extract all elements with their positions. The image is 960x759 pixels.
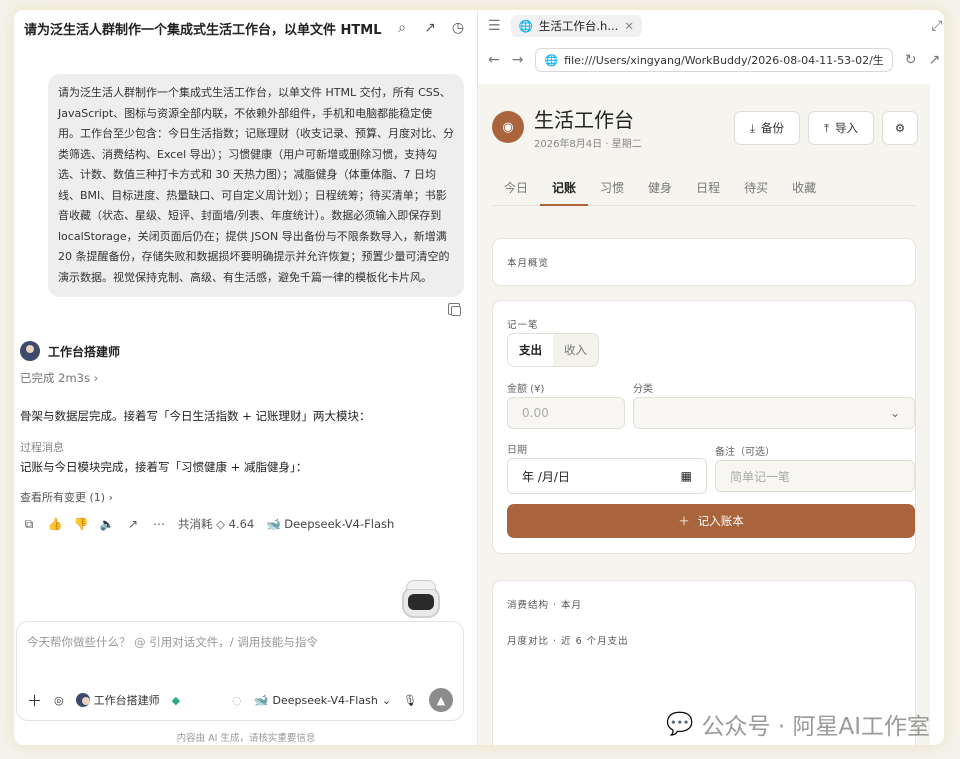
process-label: 过程消息 xyxy=(20,441,64,454)
expand-icon[interactable]: ⤢ xyxy=(931,18,942,34)
tab-fitness[interactable]: 健身 xyxy=(636,176,684,206)
browser-tab[interactable]: 🌐 生活工作台.h... ✕ xyxy=(510,15,642,37)
speaker-icon[interactable]: 🔈 xyxy=(100,517,115,531)
chat-panel: 请为泛生活人群制作一个集成式生活工作台，以单文件 HTML 交付 ⌕ ↗ ◷ 请… xyxy=(14,10,478,745)
globe-icon: 🌐 xyxy=(518,19,533,33)
browser-tabbar: ☰ 🌐 生活工作台.h... ✕ ⤢ ▢ xyxy=(478,10,944,42)
model-selector[interactable]: 🐋 Deepseek-V4-Flash ⌄ xyxy=(254,693,391,707)
forward-icon[interactable]: → xyxy=(512,52,524,68)
app-date: 2026年8月4日 · 星期二 xyxy=(534,139,642,150)
wechat-icon: 💬 xyxy=(666,711,694,737)
card-title: 本月概览 xyxy=(507,258,550,269)
expense-toggle[interactable]: 支出 xyxy=(508,334,553,366)
tab-shopping[interactable]: 待买 xyxy=(732,176,780,206)
share-icon[interactable]: ↗ xyxy=(126,517,140,531)
record-card: 记一笔 支出 收入 金额 (¥) 0.00 分类 ⌄ 日期 年 /月/日 ▦ 备… xyxy=(492,300,916,554)
skill-icon[interactable]: ◆ xyxy=(172,694,180,707)
user-prompt-bubble: 请为泛生活人群制作一个集成式生活工作台，以单文件 HTML 交付，所有 CSS、… xyxy=(48,74,464,297)
gear-icon: ⚙ xyxy=(894,121,906,135)
browser-panel: ☰ 🌐 生活工作台.h... ✕ ⤢ ▢ ← → 🌐 file:///Users… xyxy=(478,10,944,745)
copy-icon[interactable]: ⧉ xyxy=(22,517,36,531)
chevron-down-icon: ⌄ xyxy=(889,406,900,420)
add-icon[interactable]: ＋ xyxy=(27,690,42,711)
note-input[interactable]: 简单记一笔 xyxy=(715,460,915,492)
category-label: 分类 xyxy=(633,384,653,395)
agent-selector[interactable]: 工作台搭建师 xyxy=(75,692,160,708)
address-field[interactable]: 🌐 file:///Users/xingyang/WorkBuddy/2026-… xyxy=(535,48,893,72)
back-icon[interactable]: ← xyxy=(488,52,500,68)
search-icon[interactable]: ⌕ xyxy=(391,17,413,39)
check-icon[interactable]: ◎ xyxy=(54,694,64,707)
monthly-compare-title: 月度对比 · 近 6 个月支出 xyxy=(507,636,629,647)
view-changes-link[interactable]: 查看所有变更 (1) › xyxy=(20,489,113,505)
income-toggle[interactable]: 收入 xyxy=(553,334,598,366)
card-title: 记一笔 xyxy=(507,320,539,331)
agent-avatar xyxy=(20,341,40,361)
agent-message: 骨架与数据层完成。接着写「今日生活指数 + 记账理财」两大模块： xyxy=(20,409,371,423)
more-icon[interactable]: ⋯ xyxy=(152,517,166,531)
model-label[interactable]: 🐋 Deepseek-V4-Flash xyxy=(266,517,394,531)
history-icon[interactable]: ◷ xyxy=(447,17,469,39)
model-icon: 🐋 xyxy=(253,693,269,707)
model-icon: 🐋 xyxy=(266,517,282,531)
chat-header: 请为泛生活人群制作一个集成式生活工作台，以单文件 HTML 交付 ⌕ ↗ ◷ xyxy=(14,10,477,46)
close-icon[interactable]: ✕ xyxy=(624,19,634,33)
backup-button[interactable]: ⤓ 备份 xyxy=(734,111,800,145)
agent-header: 工作台搭建师 xyxy=(20,341,120,361)
app-logo-icon: ◉ xyxy=(492,111,524,143)
app-tabs: 今日 记账 习惯 健身 日程 待买 收藏 xyxy=(492,176,916,206)
watermark: 💬 公众号 · 阿星AI工作室 xyxy=(666,711,930,741)
send-button[interactable]: ▲ xyxy=(429,688,453,712)
date-input[interactable]: 年 /月/日 ▦ xyxy=(507,458,707,494)
type-toggle: 支出 收入 xyxy=(507,333,599,367)
card-title: 消费结构 · 本月 xyxy=(507,600,583,611)
tab-collection[interactable]: 收藏 xyxy=(780,176,828,206)
settings-button[interactable]: ⚙ xyxy=(882,111,918,145)
category-select[interactable]: ⌄ xyxy=(633,397,915,429)
tab-schedule[interactable]: 日程 xyxy=(684,176,732,206)
app-title: 生活工作台 xyxy=(534,108,634,132)
thumbs-up-icon[interactable]: 👍 xyxy=(48,517,63,531)
calendar-icon[interactable]: ▦ xyxy=(681,469,692,483)
tab-today[interactable]: 今日 xyxy=(492,176,540,206)
completion-status[interactable]: 已完成 2m3s › xyxy=(20,370,98,386)
chat-input-placeholder: 今天帮你做些什么？ @ 引用对话文件，/ 调用技能与指令 xyxy=(27,635,318,649)
add-record-button[interactable]: ＋记入账本 xyxy=(507,504,915,538)
loading-icon: ◌ xyxy=(231,693,242,707)
upload-icon: ⤒ xyxy=(823,120,830,135)
agent-message: 记账与今日模块完成，接着写「习惯健康 + 减脂健身」： xyxy=(20,460,308,474)
share-icon[interactable]: ↗ xyxy=(929,52,941,68)
agent-avatar xyxy=(75,693,90,707)
window: 请为泛生活人群制作一个集成式生活工作台，以单文件 HTML 交付 ⌕ ↗ ◷ 请… xyxy=(14,10,944,745)
thumbs-down-icon[interactable]: 👎 xyxy=(74,517,89,531)
plus-icon: ＋ xyxy=(678,514,690,528)
amount-input[interactable]: 0.00 xyxy=(507,397,625,429)
message-actions: ⧉ 👍 👎 🔈 ↗ ⋯ 共消耗 ◇ 4.64 🐋 Deepseek-V4-Flas… xyxy=(22,516,395,532)
share-icon[interactable]: ↗ xyxy=(419,17,441,39)
microphone-icon[interactable]: 🎙 xyxy=(403,694,417,707)
token-cost: 共消耗 ◇ 4.64 xyxy=(178,517,255,531)
menu-icon[interactable]: ☰ xyxy=(488,18,501,34)
month-overview-card: 本月概览 xyxy=(492,238,916,286)
import-button[interactable]: ⤒ 导入 xyxy=(808,111,874,145)
download-icon: ⤓ xyxy=(749,120,756,135)
date-label: 日期 xyxy=(507,445,527,456)
disclaimer: 内容由 AI 生成，请核实重要信息 xyxy=(176,733,316,744)
tab-ledger[interactable]: 记账 xyxy=(540,176,589,206)
tab-habits[interactable]: 习惯 xyxy=(588,176,636,206)
chat-title: 请为泛生活人群制作一个集成式生活工作台，以单文件 HTML 交付 xyxy=(24,22,385,38)
input-toolbar: ＋ ◎ 工作台搭建师 ◆ ◌ 🐋 Deepseek-V4-Flash ⌄ 🎙 ▲ xyxy=(27,688,453,712)
reload-icon[interactable]: ↻ xyxy=(905,52,917,68)
url-bar: ← → 🌐 file:///Users/xingyang/WorkBuddy/2… xyxy=(478,42,944,78)
amount-label: 金额 (¥) xyxy=(507,384,545,395)
copy-icon[interactable] xyxy=(448,303,461,316)
chat-input[interactable]: 今天帮你做些什么？ @ 引用对话文件，/ 调用技能与指令 ＋ ◎ 工作台搭建师 … xyxy=(16,621,464,721)
note-label: 备注（可选） xyxy=(715,447,775,458)
agent-name: 工作台搭建师 xyxy=(48,344,121,359)
globe-icon: 🌐 xyxy=(544,53,559,67)
app-page: ◉ 生活工作台 2026年8月4日 · 星期二 ⤓ 备份 ⤒ 导入 ⚙ 今日 记账 … xyxy=(478,84,930,745)
app-header: ◉ 生活工作台 2026年8月4日 · 星期二 xyxy=(492,104,642,150)
